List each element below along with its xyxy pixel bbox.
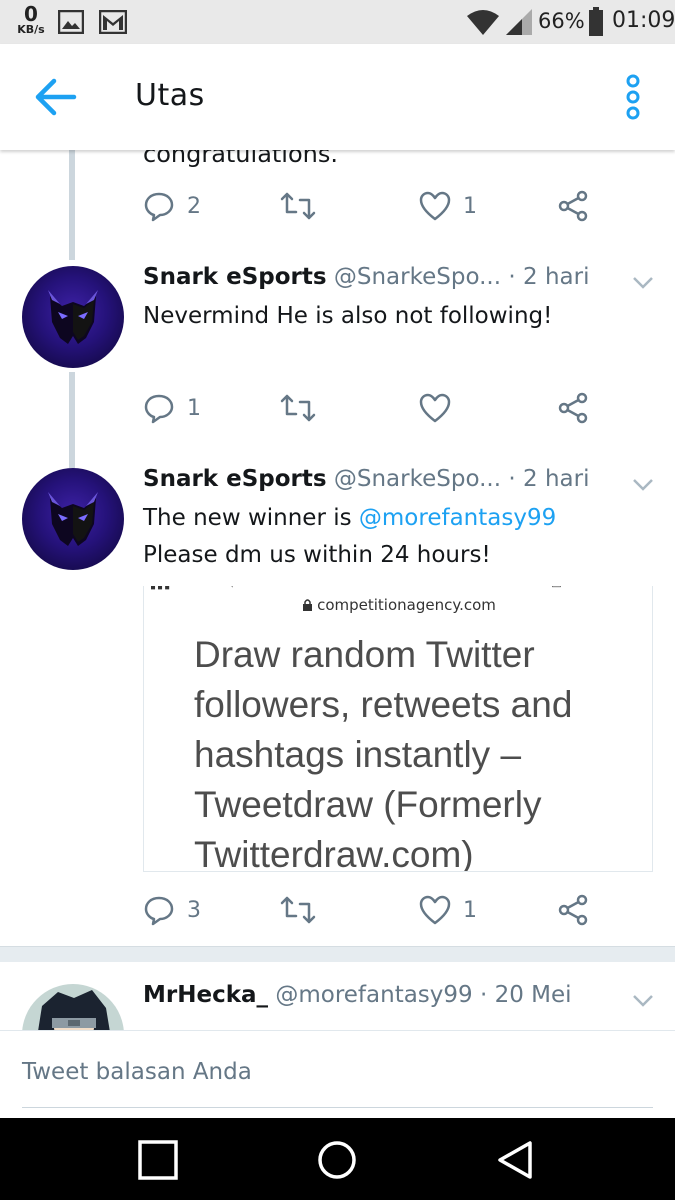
clock: 01:09 [612, 8, 675, 33]
card-headline: Draw random Twitter followers, retweets … [194, 634, 573, 872]
display-name[interactable]: Snark eSports [143, 264, 327, 290]
timestamp: · 20 Mei [479, 982, 572, 1008]
system-nav-bar [0, 1118, 675, 1200]
tweet-media-image[interactable]: ▮▮▮ ▔▔▔▔▔ ✦ ▔▔▔▔ ▔▔▔ ▭ competitionagency… [143, 586, 653, 872]
back-arrow-icon[interactable] [30, 77, 80, 117]
heart-icon [419, 191, 451, 221]
tweet-header: Snark eSports @SnarkeSpo... · 2 hari [143, 264, 589, 290]
card-url: competitionagency.com [144, 596, 652, 614]
gmail-icon [99, 10, 127, 34]
tweet-text-fragment: congratulations. [143, 150, 338, 168]
thread-connector [69, 150, 75, 260]
like-button[interactable]: 1 [419, 186, 477, 226]
anime-avatar-icon [38, 990, 110, 1030]
tweet-actions: 1 [143, 388, 603, 428]
status-bar: 0 KB/s 66% 01:09 [0, 0, 675, 44]
display-name[interactable]: MrHecka_ [143, 982, 268, 1008]
tweet-text: The new winner is @morefantasy99 Please … [143, 505, 557, 568]
avatar[interactable] [22, 468, 124, 570]
timestamp: · 2 hari [508, 466, 590, 492]
snark-logo-icon [48, 290, 98, 344]
retweet-icon [280, 394, 316, 422]
reply-composer: Tweet balasan Anda [0, 1030, 675, 1118]
tweet-header: Snark eSports @SnarkeSpo... · 2 hari [143, 466, 589, 492]
lock-icon [303, 599, 313, 611]
signal-icon [506, 9, 532, 35]
reply-button[interactable]: 3 [143, 890, 201, 930]
input-underline [22, 1107, 653, 1108]
like-button[interactable]: 1 [419, 890, 477, 930]
share-icon [558, 894, 588, 926]
reply-input[interactable]: Tweet balasan Anda [22, 1059, 252, 1085]
net-speed-indicator: 0 KB/s [17, 2, 45, 36]
avatar[interactable] [22, 984, 124, 1030]
handle[interactable]: @SnarkeSpo... [334, 264, 501, 290]
handle[interactable]: @SnarkeSpo... [334, 466, 501, 492]
reply-icon [144, 192, 174, 222]
share-icon [558, 392, 588, 424]
heart-icon [419, 393, 451, 423]
gallery-icon [58, 10, 84, 34]
tweet-actions: 2 1 [143, 186, 603, 226]
tweet-header: MrHecka_ @morefantasy99 · 20 Mei [143, 982, 572, 1008]
reply-icon [144, 394, 174, 424]
back-button[interactable] [494, 1138, 538, 1182]
reply-icon [144, 896, 174, 926]
page-title: Utas [135, 78, 205, 113]
battery-percent: 66% [538, 9, 585, 33]
heart-icon [419, 895, 451, 925]
screenshot-status-strip: ▮▮▮ ▔▔▔▔▔ ✦ ▔▔▔▔ ▔▔▔ ▭ [144, 586, 652, 592]
share-button[interactable] [557, 890, 589, 930]
reply-button[interactable]: 2 [143, 186, 201, 226]
app-bar: Utas [0, 44, 675, 150]
recents-button[interactable] [136, 1138, 180, 1182]
home-button[interactable] [315, 1138, 359, 1182]
avatar[interactable] [22, 266, 124, 368]
battery-icon [589, 7, 603, 36]
snark-logo-icon [48, 492, 98, 546]
retweet-icon [280, 192, 316, 220]
chevron-down-icon[interactable] [632, 276, 654, 290]
wifi-icon [467, 10, 499, 35]
handle[interactable]: @morefantasy99 [275, 982, 472, 1008]
chevron-down-icon[interactable] [632, 994, 654, 1008]
tweet-actions: 3 1 [143, 890, 603, 930]
retweet-icon [280, 896, 316, 924]
retweet-button[interactable] [280, 388, 328, 428]
retweet-button[interactable] [280, 186, 328, 226]
reply-button[interactable]: 1 [143, 388, 201, 428]
display-name[interactable]: Snark eSports [143, 466, 327, 492]
like-button[interactable] [419, 388, 463, 428]
tweet-text: Nevermind He is also not following! [143, 303, 553, 329]
conversation-feed[interactable]: congratulations. 2 1 Snark eSports @Snar… [0, 150, 675, 1030]
more-options-icon[interactable] [620, 74, 646, 120]
mention-link[interactable]: @morefantasy99 [359, 505, 556, 531]
share-icon [558, 190, 588, 222]
timestamp: · 2 hari [508, 264, 590, 290]
share-button[interactable] [557, 388, 589, 428]
retweet-button[interactable] [280, 890, 328, 930]
share-button[interactable] [557, 186, 589, 226]
chevron-down-icon[interactable] [632, 478, 654, 492]
section-divider [0, 946, 675, 962]
thread-connector [69, 372, 75, 468]
